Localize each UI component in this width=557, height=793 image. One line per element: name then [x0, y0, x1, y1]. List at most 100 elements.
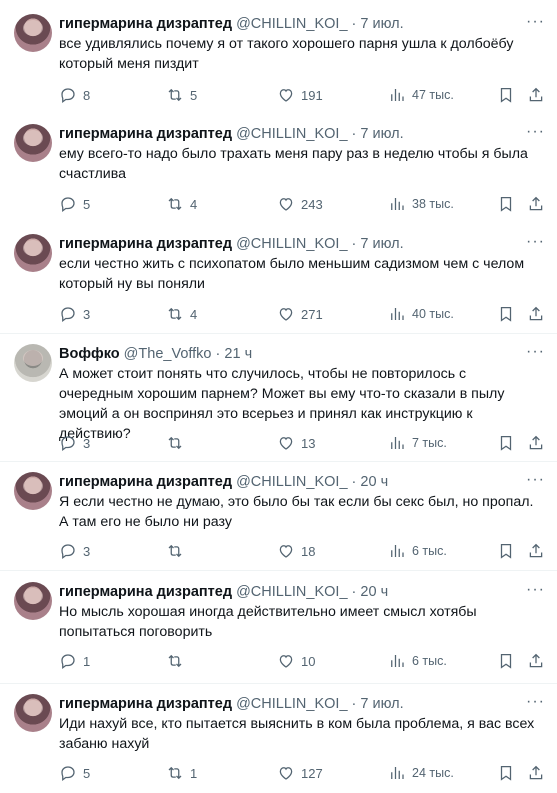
- author-name[interactable]: гипермарина дизраптед: [59, 236, 232, 252]
- tweet[interactable]: гипермарина дизраптед @CHILLIN_KOI_ · 7 …: [0, 14, 557, 109]
- author-name[interactable]: гипермарина дизраптед: [59, 16, 232, 32]
- share-button[interactable]: [527, 763, 545, 783]
- reply-icon: [61, 307, 75, 323]
- share-button[interactable]: [527, 541, 545, 561]
- bookmark-button[interactable]: [497, 433, 515, 453]
- tweet-text: Иди нахуй все, кто пытается выяснить в к…: [59, 716, 535, 752]
- reply-count: 5: [83, 196, 91, 212]
- author-handle[interactable]: @CHILLIN_KOI_: [236, 236, 347, 252]
- views-button[interactable]: 6 тыс.: [388, 541, 447, 561]
- like-button[interactable]: 271: [277, 304, 323, 324]
- views-count: 6 тыс.: [412, 544, 447, 558]
- heart-icon: [279, 89, 293, 102]
- reply-button[interactable]: 3: [59, 433, 90, 453]
- share-button[interactable]: [527, 304, 545, 324]
- author-name[interactable]: гипермарина дизраптед: [59, 474, 232, 490]
- reply-button[interactable]: 5: [59, 763, 90, 783]
- author-name[interactable]: гипермарина дизраптед: [59, 126, 232, 142]
- tweet[interactable]: гипермарина дизраптед @CHILLIN_KOI_ · 7 …: [0, 234, 557, 329]
- tweet-time[interactable]: 21 ч: [224, 346, 252, 362]
- avatar[interactable]: [14, 14, 52, 52]
- bookmark-button[interactable]: [497, 651, 515, 671]
- like-button[interactable]: 13: [277, 433, 315, 453]
- avatar[interactable]: [14, 124, 52, 162]
- more-options-icon[interactable]: ···: [526, 14, 545, 30]
- author-name[interactable]: Воффко: [59, 346, 120, 362]
- more-options-icon[interactable]: ···: [526, 344, 545, 360]
- views-button[interactable]: 24 тыс.: [388, 763, 454, 783]
- reply-button[interactable]: 1: [59, 651, 90, 671]
- like-button[interactable]: 243: [277, 194, 323, 214]
- retweet-button[interactable]: 5: [166, 85, 197, 105]
- tweet[interactable]: гипермарина дизраптед @CHILLIN_KOI_ · 7 …: [0, 694, 557, 789]
- tweet-time[interactable]: 7 июл.: [360, 126, 403, 142]
- share-button[interactable]: [527, 85, 545, 105]
- bookmark-button[interactable]: [497, 763, 515, 783]
- author-handle[interactable]: @CHILLIN_KOI_: [236, 696, 347, 712]
- author-handle[interactable]: @CHILLIN_KOI_: [236, 126, 347, 142]
- tweet-time[interactable]: 7 июл.: [360, 236, 403, 252]
- avatar[interactable]: [14, 472, 52, 510]
- more-options-icon[interactable]: ···: [526, 694, 545, 710]
- like-count: 13: [301, 435, 316, 451]
- like-button[interactable]: 10: [277, 651, 315, 671]
- author-handle[interactable]: @The_Voffko: [124, 346, 212, 362]
- reply-button[interactable]: 8: [59, 85, 90, 105]
- share-button[interactable]: [527, 433, 545, 453]
- retweet-button[interactable]: 1: [166, 763, 197, 783]
- views-button[interactable]: 7 тыс.: [388, 433, 447, 453]
- reply-button[interactable]: 3: [59, 304, 90, 324]
- retweet-button[interactable]: [166, 651, 190, 671]
- author-handle[interactable]: @CHILLIN_KOI_: [236, 16, 347, 32]
- retweet-icon: [168, 307, 182, 321]
- more-options-icon[interactable]: ···: [526, 124, 545, 140]
- bookmark-button[interactable]: [497, 194, 515, 214]
- tweet-text: Я если честно не думаю, это было бы так …: [59, 494, 534, 530]
- like-button[interactable]: 18: [277, 541, 315, 561]
- avatar[interactable]: [14, 344, 52, 382]
- bookmark-button[interactable]: [497, 85, 515, 105]
- author-handle[interactable]: @CHILLIN_KOI_: [236, 584, 347, 600]
- more-options-icon[interactable]: ···: [526, 582, 545, 598]
- views-button[interactable]: 40 тыс.: [388, 304, 454, 324]
- avatar[interactable]: [14, 694, 52, 732]
- author-name[interactable]: гипермарина дизраптед: [59, 584, 232, 600]
- tweet[interactable]: гипермарина дизраптед @CHILLIN_KOI_ · 7 …: [0, 124, 557, 219]
- like-count: 191: [301, 87, 323, 103]
- heart-icon: [279, 308, 293, 321]
- like-button[interactable]: 127: [277, 763, 323, 783]
- reply-button[interactable]: 3: [59, 541, 90, 561]
- share-button[interactable]: [527, 651, 545, 671]
- retweet-button[interactable]: 4: [166, 304, 197, 324]
- views-button[interactable]: 47 тыс.: [388, 85, 454, 105]
- tweet-header: Воффко @The_Voffko · 21 ч: [59, 344, 252, 364]
- tweet[interactable]: гипермарина дизраптед @CHILLIN_KOI_ · 20…: [0, 472, 557, 567]
- author-handle[interactable]: @CHILLIN_KOI_: [236, 474, 347, 490]
- share-icon: [529, 543, 543, 558]
- retweet-button[interactable]: 4: [166, 194, 197, 214]
- tweet-time[interactable]: 20 ч: [360, 584, 388, 600]
- views-button[interactable]: 38 тыс.: [388, 194, 454, 214]
- reply-button[interactable]: 5: [59, 194, 90, 214]
- tweet-time[interactable]: 7 июл.: [360, 16, 403, 32]
- heart-icon: [279, 767, 293, 780]
- retweet-button[interactable]: [166, 433, 190, 453]
- avatar[interactable]: [14, 234, 52, 272]
- tweet-time[interactable]: 20 ч: [360, 474, 388, 490]
- like-count: 243: [301, 196, 323, 212]
- tweet[interactable]: гипермарина дизраптед @CHILLIN_KOI_ · 20…: [0, 582, 557, 677]
- author-name[interactable]: гипермарина дизраптед: [59, 696, 232, 712]
- thread-divider: [0, 570, 557, 571]
- views-button[interactable]: 6 тыс.: [388, 651, 447, 671]
- retweet-button[interactable]: [166, 541, 190, 561]
- share-button[interactable]: [527, 194, 545, 214]
- bookmark-button[interactable]: [497, 541, 515, 561]
- more-options-icon[interactable]: ···: [526, 234, 545, 250]
- tweet-time[interactable]: 7 июл.: [360, 696, 403, 712]
- reply-count: 3: [83, 543, 91, 559]
- more-options-icon[interactable]: ···: [526, 472, 545, 488]
- tweet[interactable]: Воффко @The_Voffko · 21 ч ··· А может ст…: [0, 344, 557, 456]
- avatar[interactable]: [14, 582, 52, 620]
- like-button[interactable]: 191: [277, 85, 323, 105]
- bookmark-button[interactable]: [497, 304, 515, 324]
